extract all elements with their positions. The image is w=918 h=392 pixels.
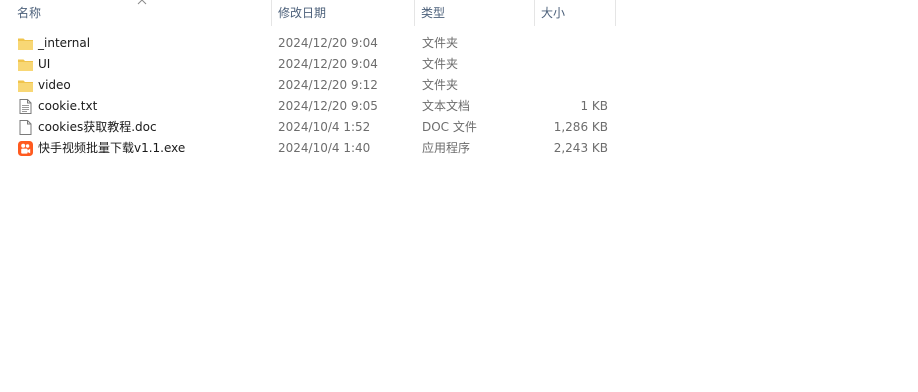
file-size: 2,243 KB xyxy=(553,141,608,155)
folder-icon xyxy=(18,38,33,50)
column-divider[interactable] xyxy=(534,0,535,26)
file-row[interactable]: _internal 2024/12/20 9:04 文件夹 xyxy=(0,33,616,54)
file-type: DOC 文件 xyxy=(422,120,477,134)
file-name: UI xyxy=(38,57,51,71)
file-date: 2024/12/20 9:05 xyxy=(278,99,378,113)
file-date: 2024/10/4 1:40 xyxy=(278,141,371,155)
file-date: 2024/10/4 1:52 xyxy=(278,120,371,134)
file-size: 1,286 KB xyxy=(553,120,608,134)
file-row[interactable]: video 2024/12/20 9:12 文件夹 xyxy=(0,75,616,96)
file-name: 快手视频批量下载v1.1.exe xyxy=(38,141,186,155)
folder-icon xyxy=(18,80,33,92)
file-name: _internal xyxy=(38,36,91,50)
column-header-name[interactable]: 名称 xyxy=(17,0,271,26)
column-divider[interactable] xyxy=(414,0,415,26)
column-divider[interactable] xyxy=(271,0,272,26)
folder-icon xyxy=(18,59,33,71)
file-size xyxy=(540,33,608,54)
file-size xyxy=(540,54,608,75)
column-header-bar: 名称 修改日期 类型 大小 xyxy=(0,0,616,28)
file-size: 1 KB xyxy=(580,99,608,113)
column-header-type[interactable]: 类型 xyxy=(421,0,534,26)
file-name: cookie.txt xyxy=(38,99,98,113)
file-type: 文件夹 xyxy=(422,78,459,92)
file-type: 文本文档 xyxy=(422,99,471,113)
file-list: _internal 2024/12/20 9:04 文件夹 UI 2024/12… xyxy=(0,33,616,159)
file-row[interactable]: cookie.txt 2024/12/20 9:05 文本文档 1 KB xyxy=(0,96,616,117)
file-row[interactable]: UI 2024/12/20 9:04 文件夹 xyxy=(0,54,616,75)
app-exe-icon xyxy=(18,141,33,156)
file-row[interactable]: cookies获取教程.doc 2024/10/4 1:52 DOC 文件 1,… xyxy=(0,117,616,138)
column-header-size[interactable]: 大小 xyxy=(541,0,615,26)
document-file-icon xyxy=(19,120,32,135)
file-date: 2024/12/20 9:12 xyxy=(278,78,378,92)
file-date: 2024/12/20 9:04 xyxy=(278,36,378,50)
file-type: 应用程序 xyxy=(422,141,471,155)
file-type: 文件夹 xyxy=(422,57,459,71)
column-divider[interactable] xyxy=(615,0,616,26)
text-file-icon xyxy=(19,99,32,114)
file-size xyxy=(540,75,608,96)
file-name: video xyxy=(38,78,71,92)
file-type: 文件夹 xyxy=(422,36,459,50)
column-header-date[interactable]: 修改日期 xyxy=(278,0,414,26)
file-name: cookies获取教程.doc xyxy=(38,120,157,134)
file-row[interactable]: 快手视频批量下载v1.1.exe 2024/10/4 1:40 应用程序 2,2… xyxy=(0,138,616,159)
file-date: 2024/12/20 9:04 xyxy=(278,57,378,71)
